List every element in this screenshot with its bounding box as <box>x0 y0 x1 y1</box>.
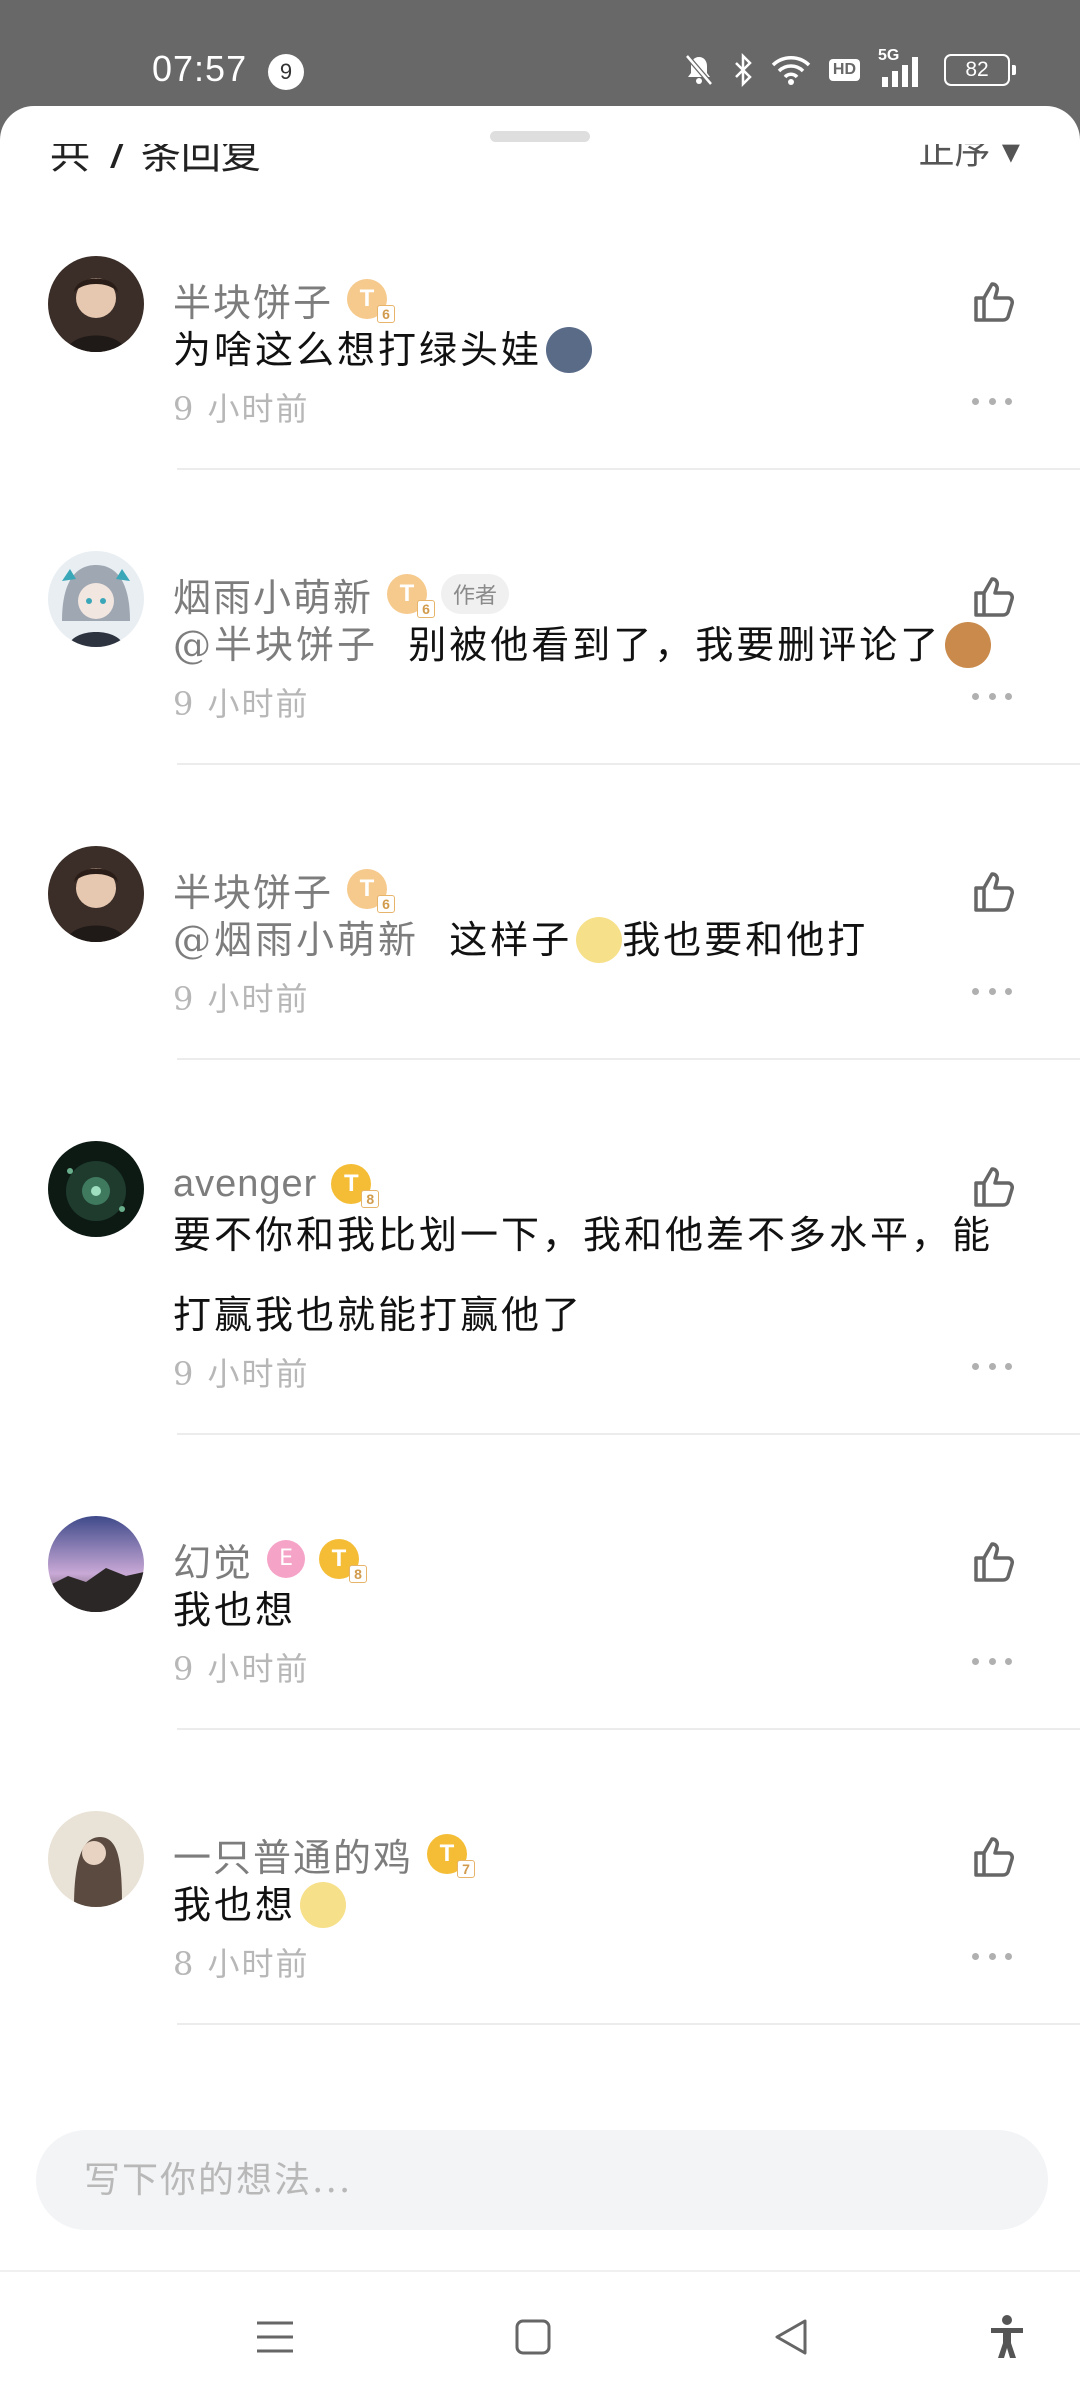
divider <box>177 1433 1080 1435</box>
comment-text: 要不你和我比划一下，我和他差不多水平，能 打赢我也就能打赢他了 <box>173 1213 994 1337</box>
more-dots-icon[interactable] <box>972 1361 1012 1371</box>
wifi-icon <box>771 56 811 85</box>
divider <box>177 2023 1080 2025</box>
avatar[interactable] <box>48 1811 144 1907</box>
avatar[interactable] <box>48 256 144 352</box>
home-square-icon[interactable] <box>498 2302 568 2372</box>
hd-icon: HD <box>828 59 860 81</box>
sheet-header: 共 7 条回复 正序 ▾ <box>40 144 1040 174</box>
comment-time: 9 小时前 <box>173 1650 310 1688</box>
comment-text: 为啥这么想打绿头娃 <box>173 310 1023 390</box>
divider <box>177 1058 1080 1060</box>
divider <box>177 468 1080 470</box>
comment-time: 9 小时前 <box>173 1355 310 1393</box>
comment-time: 8 小时前 <box>173 1945 310 1983</box>
avatar[interactable] <box>48 551 144 647</box>
comment-text: 我也想 <box>173 1588 297 1632</box>
system-nav-bar <box>0 2270 1080 2402</box>
comment-time: 9 小时前 <box>173 685 310 723</box>
back-triangle-icon[interactable] <box>756 2302 826 2372</box>
sort-toggle[interactable]: 正序 ▾ <box>918 144 1020 174</box>
status-icons: HD 5G 82 <box>683 47 1016 90</box>
reply-sheet: 共 7 条回复 正序 ▾ 半块饼子 T6 为啥这么想打绿头娃 9 小时前 烟雨小… <box>0 106 1080 2400</box>
divider <box>177 1728 1080 1730</box>
divider <box>177 763 1080 765</box>
thumbs-up-icon[interactable] <box>970 1833 1018 1881</box>
thumbs-up-icon[interactable] <box>970 278 1018 326</box>
comment-text: @烟雨小萌新 这样子 我也要和他打 <box>173 916 869 963</box>
drag-handle[interactable] <box>490 131 590 142</box>
comment-input-bar <box>0 2094 1080 2264</box>
reply-count-title: 共 7 条回复 <box>50 144 261 174</box>
comment-input[interactable] <box>36 2130 1048 2230</box>
bluetooth-icon <box>735 53 752 87</box>
signal-icon: 5G <box>878 47 926 87</box>
mute-bell-icon <box>684 54 713 86</box>
status-time: 07:57 <box>152 48 248 89</box>
comment-time: 9 小时前 <box>173 980 310 1018</box>
monkey-emoji-icon <box>945 621 992 668</box>
battery-icon: 82 <box>944 54 1016 86</box>
avatar[interactable] <box>48 1516 144 1612</box>
more-dots-icon[interactable] <box>972 1656 1012 1666</box>
thumbs-up-icon[interactable] <box>970 1163 1018 1211</box>
menu-icon[interactable] <box>240 2302 310 2372</box>
avatar[interactable] <box>48 846 144 942</box>
mention-link[interactable]: @烟雨小萌新 <box>173 918 419 962</box>
network-type: 5G <box>878 47 900 64</box>
comment-text: @半块饼子 别被他看到了，我要删评论了 <box>173 605 1023 685</box>
thumbs-up-icon[interactable] <box>970 573 1018 621</box>
comment-time: 9 小时前 <box>173 390 310 428</box>
accessibility-icon[interactable] <box>972 2302 1042 2372</box>
mention-link[interactable]: @半块饼子 <box>173 623 378 667</box>
moon-emoji-icon <box>300 1881 347 1928</box>
notification-count-badge: 9 <box>268 54 304 90</box>
more-dots-icon[interactable] <box>972 396 1012 406</box>
thumbs-up-icon[interactable] <box>970 868 1018 916</box>
moon-emoji-icon <box>546 326 593 373</box>
more-dots-icon[interactable] <box>972 986 1012 996</box>
avatar[interactable] <box>48 1141 144 1237</box>
comment-text: 我也想 <box>173 1865 1023 1945</box>
thumbs-up-icon[interactable] <box>970 1538 1018 1586</box>
moon-emoji-icon <box>576 916 623 963</box>
more-dots-icon[interactable] <box>972 1951 1012 1961</box>
more-dots-icon[interactable] <box>972 691 1012 701</box>
status-bar: 07:57 9 HD 5G 82 <box>0 0 1080 110</box>
